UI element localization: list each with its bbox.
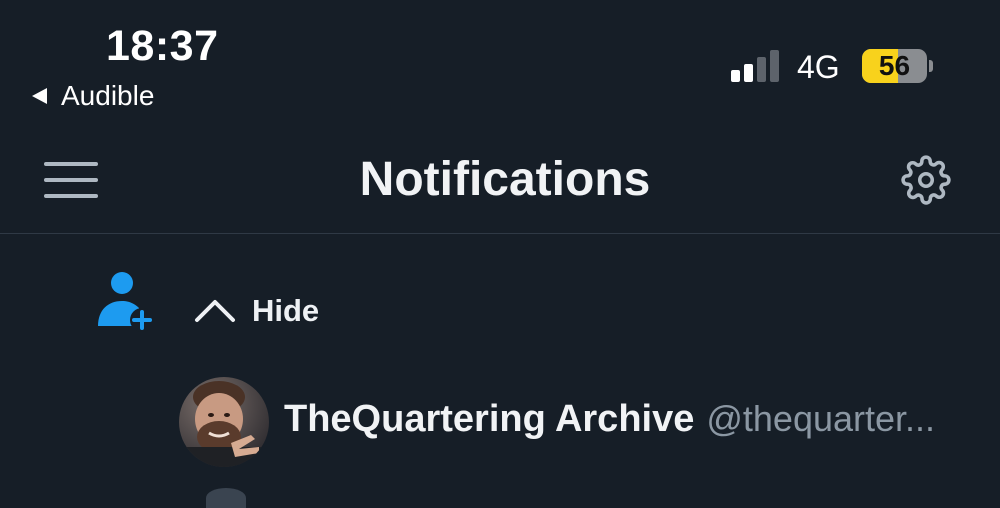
next-avatar-peek bbox=[206, 488, 246, 508]
notification-user-row: TheQuartering Archive @thequarter... bbox=[284, 398, 935, 448]
network-type: 4G bbox=[797, 49, 840, 85]
back-triangle-icon bbox=[32, 88, 47, 104]
follow-user-plus-icon bbox=[98, 272, 154, 332]
avatar-photo bbox=[179, 377, 269, 467]
battery-icon: 56 bbox=[862, 49, 927, 83]
battery-cap bbox=[929, 60, 933, 72]
user-handle: @thequarter... bbox=[706, 398, 936, 439]
hide-label: Hide bbox=[252, 293, 320, 328]
gear-icon bbox=[901, 155, 951, 205]
cellular-signal-icon bbox=[731, 50, 779, 82]
settings-button[interactable] bbox=[901, 155, 951, 205]
chevron-up-icon bbox=[195, 300, 235, 322]
battery-percent: 56 bbox=[878, 50, 911, 81]
hide-toggle[interactable]: Hide bbox=[194, 286, 319, 336]
back-to-app-link[interactable]: Audible bbox=[32, 80, 154, 112]
user-display-name[interactable]: TheQuartering Archive bbox=[284, 398, 694, 441]
page-title: Notifications bbox=[359, 153, 651, 206]
back-app-label: Audible bbox=[61, 80, 155, 111]
avatar[interactable] bbox=[179, 377, 269, 467]
status-time: 18:37 bbox=[106, 22, 219, 70]
header-divider bbox=[0, 233, 1000, 234]
